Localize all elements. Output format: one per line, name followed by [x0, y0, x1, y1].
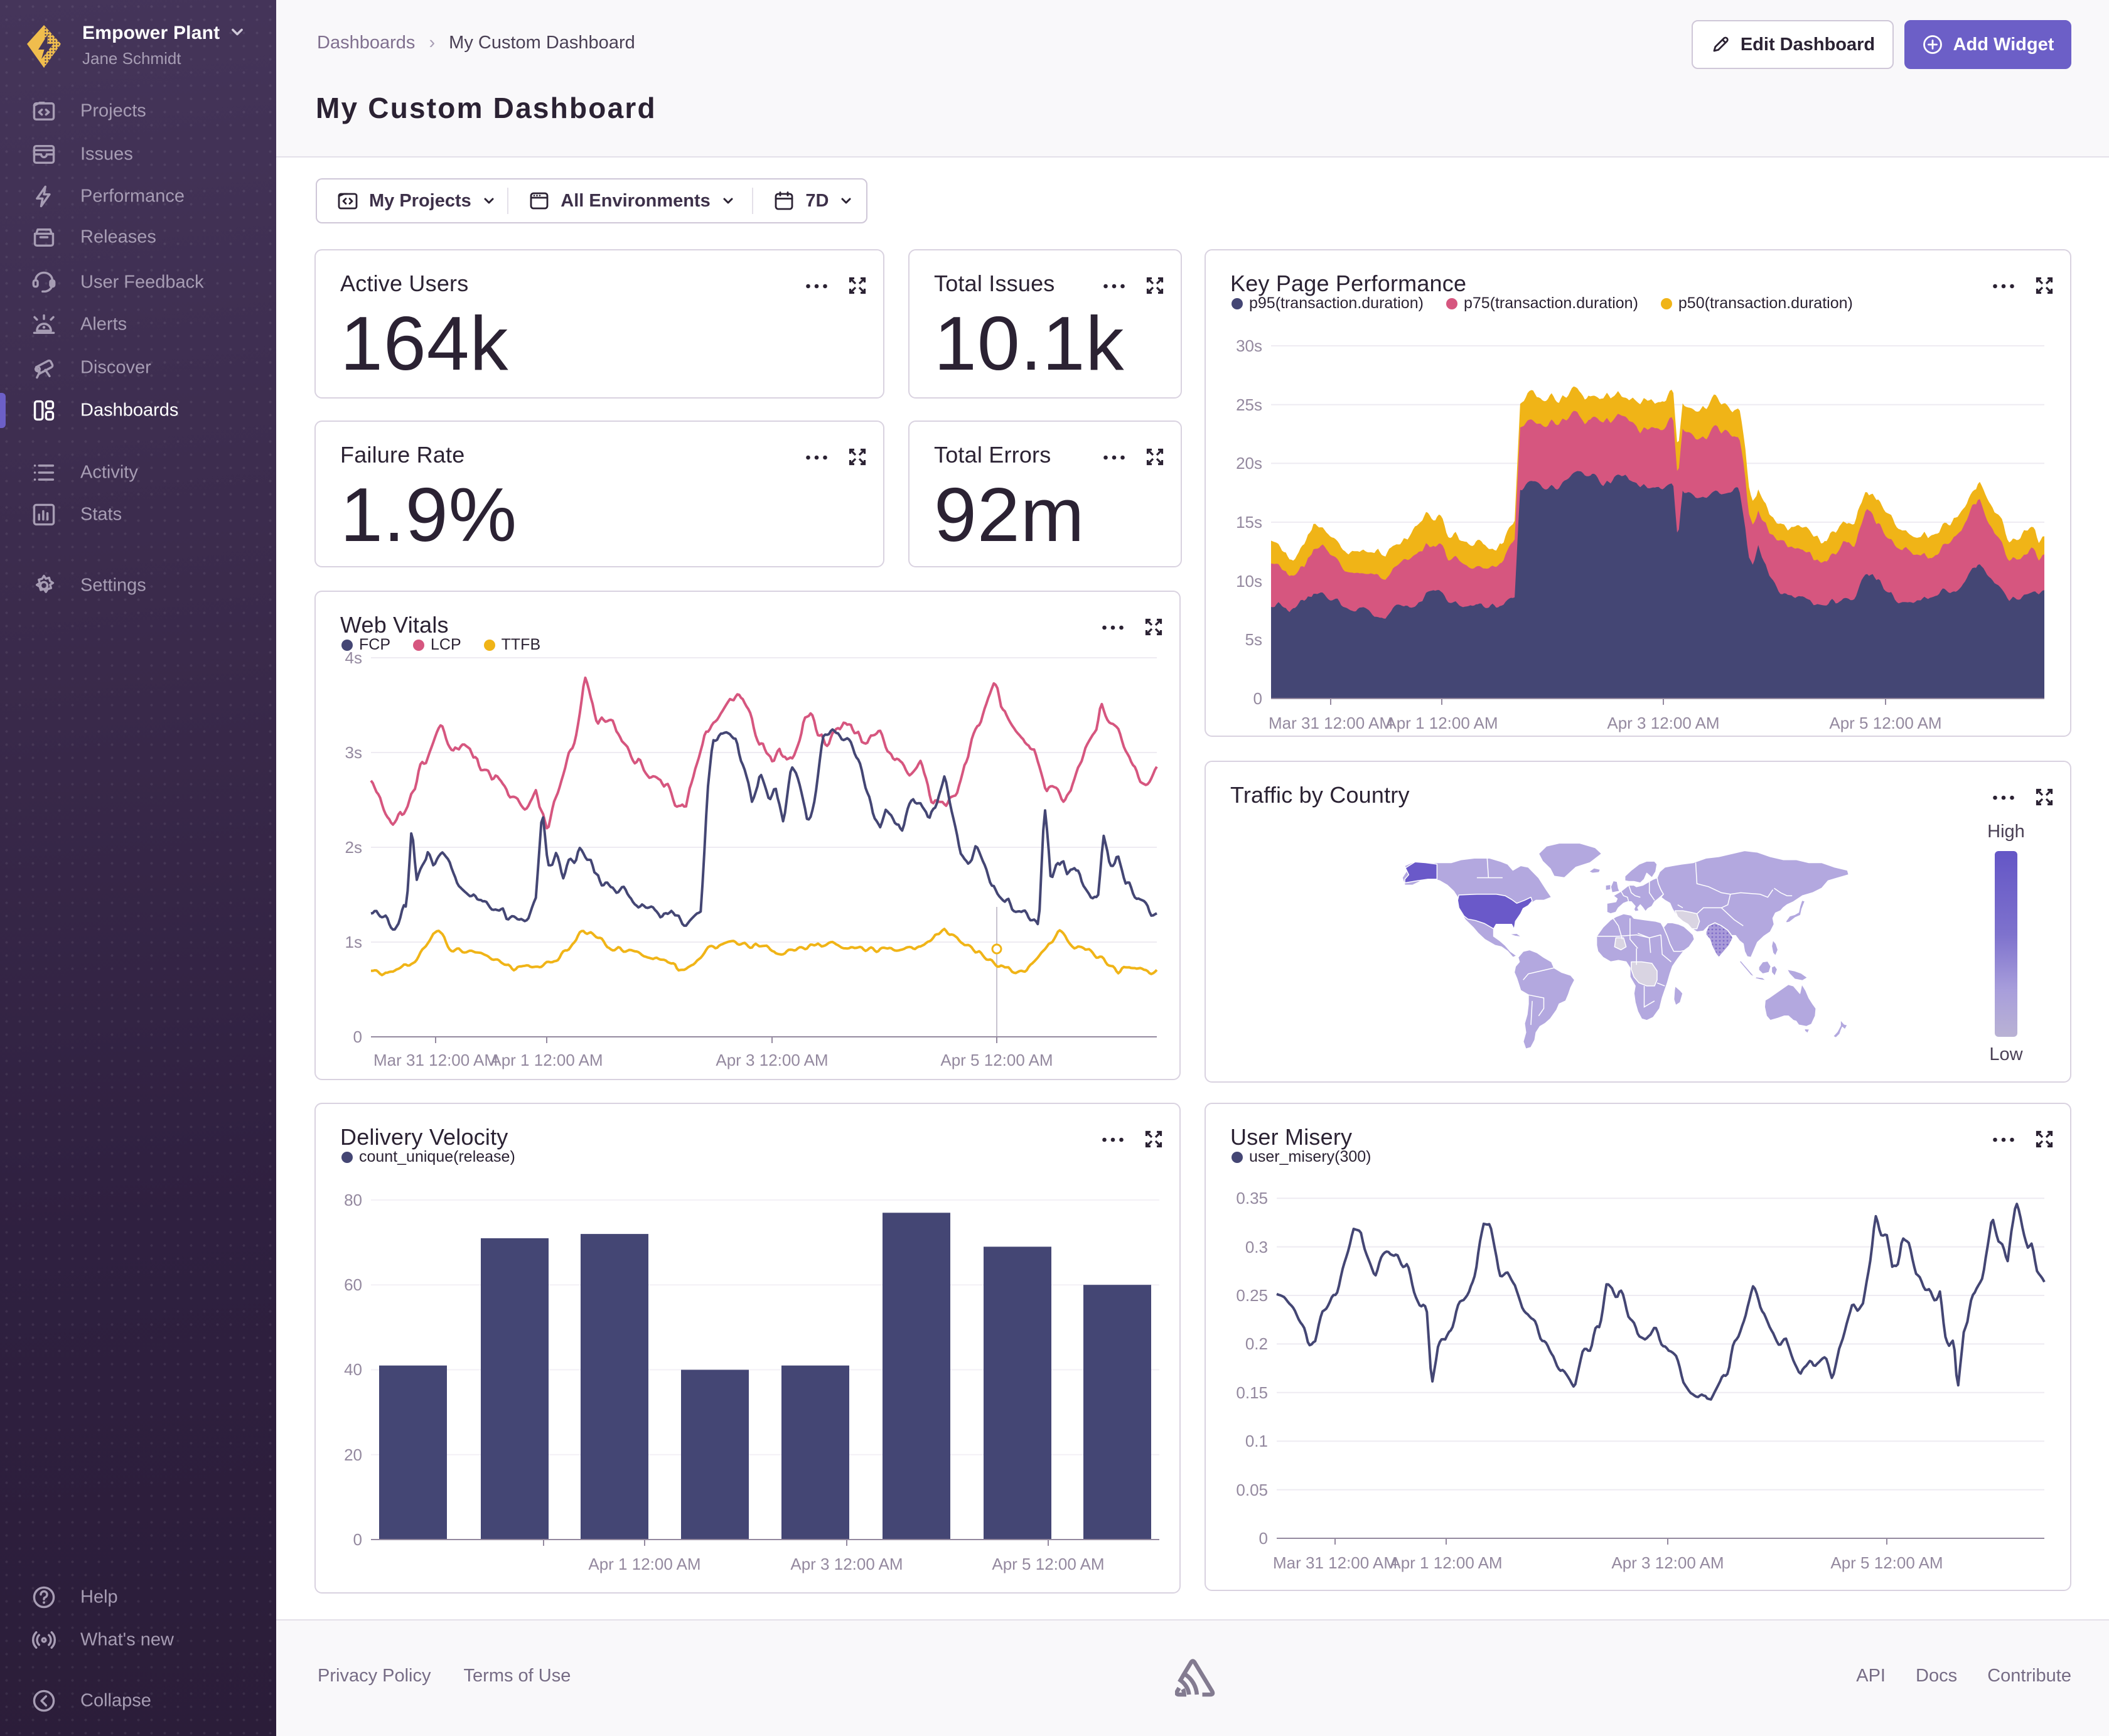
- svg-text:Apr 1 12:00 AM: Apr 1 12:00 AM: [588, 1555, 700, 1573]
- svg-text:4s: 4s: [345, 648, 362, 667]
- svg-text:0: 0: [1253, 689, 1262, 708]
- svg-text:Apr 3 12:00 AM: Apr 3 12:00 AM: [1611, 1553, 1724, 1572]
- svg-text:Apr 5 12:00 AM: Apr 5 12:00 AM: [1829, 714, 1941, 732]
- svg-text:3s: 3s: [345, 743, 362, 762]
- svg-text:1s: 1s: [345, 933, 362, 951]
- svg-text:Mar 31 12:00 AM: Mar 31 12:00 AM: [373, 1051, 498, 1069]
- svg-text:0: 0: [353, 1027, 362, 1046]
- svg-text:40: 40: [344, 1360, 362, 1379]
- svg-text:Apr 1 12:00 AM: Apr 1 12:00 AM: [1390, 1553, 1502, 1572]
- svg-text:0.05: 0.05: [1236, 1481, 1268, 1499]
- svg-text:80: 80: [344, 1191, 362, 1209]
- svg-text:2s: 2s: [345, 838, 362, 857]
- svg-text:Apr 5 12:00 AM: Apr 5 12:00 AM: [992, 1555, 1104, 1573]
- svg-text:15s: 15s: [1236, 513, 1262, 532]
- svg-text:Apr 5 12:00 AM: Apr 5 12:00 AM: [940, 1051, 1053, 1069]
- svg-text:30s: 30s: [1236, 336, 1262, 355]
- svg-text:Apr 1 12:00 AM: Apr 1 12:00 AM: [490, 1051, 603, 1069]
- svg-text:0.35: 0.35: [1236, 1189, 1268, 1208]
- svg-text:0.2: 0.2: [1245, 1334, 1268, 1353]
- svg-text:Mar 31 12:00 AM: Mar 31 12:00 AM: [1269, 714, 1393, 732]
- svg-text:20: 20: [344, 1445, 362, 1464]
- svg-text:0: 0: [1259, 1529, 1268, 1548]
- svg-text:0.25: 0.25: [1236, 1286, 1268, 1305]
- svg-text:5s: 5s: [1245, 630, 1262, 649]
- svg-text:60: 60: [344, 1275, 362, 1294]
- svg-text:0.1: 0.1: [1245, 1432, 1268, 1450]
- svg-text:Mar 31 12:00 AM: Mar 31 12:00 AM: [1273, 1553, 1397, 1572]
- svg-text:Apr 3 12:00 AM: Apr 3 12:00 AM: [716, 1051, 828, 1069]
- svg-text:25s: 25s: [1236, 395, 1262, 414]
- svg-text:Apr 1 12:00 AM: Apr 1 12:00 AM: [1385, 714, 1498, 732]
- svg-text:0.3: 0.3: [1245, 1238, 1268, 1256]
- svg-text:10s: 10s: [1236, 572, 1262, 591]
- svg-text:Apr 3 12:00 AM: Apr 3 12:00 AM: [1607, 714, 1719, 732]
- svg-text:Apr 3 12:00 AM: Apr 3 12:00 AM: [790, 1555, 903, 1573]
- svg-text:20s: 20s: [1236, 454, 1262, 473]
- svg-text:0: 0: [353, 1530, 362, 1549]
- svg-text:Apr 5 12:00 AM: Apr 5 12:00 AM: [1830, 1553, 1943, 1572]
- svg-text:0.15: 0.15: [1236, 1383, 1268, 1402]
